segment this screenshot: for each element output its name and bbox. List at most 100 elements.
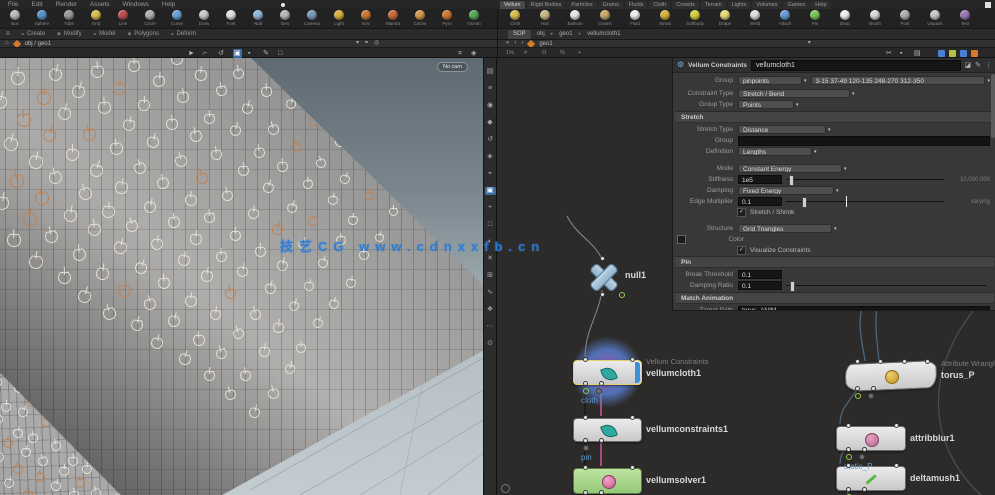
nav-next-icon[interactable]: › — [521, 40, 523, 47]
node-connector-dot[interactable] — [862, 447, 867, 452]
node-connector-dot[interactable] — [599, 381, 604, 386]
node-connector-dot[interactable] — [583, 415, 588, 420]
param-number-field[interactable]: 1e5 — [738, 175, 782, 184]
node-flag-gray[interactable] — [583, 445, 589, 451]
shelf-tab-lights[interactable]: Lights — [728, 1, 751, 9]
gear-menu-icon[interactable]: ◪ — [965, 61, 972, 69]
param-combo[interactable]: Grid Triangles — [738, 224, 832, 233]
shelf-tool-tube[interactable]: Tube — [60, 10, 78, 26]
shelf-tool-drape[interactable]: Drape — [716, 10, 734, 26]
view-tool-icon-14[interactable]: ❖ — [485, 306, 496, 314]
param-combo[interactable]: Constant Energy — [738, 164, 842, 173]
node-connector-dot[interactable] — [855, 359, 860, 364]
node-connector-dot[interactable] — [862, 487, 867, 492]
param-combo[interactable]: pinpoints — [738, 76, 802, 85]
shelf-tool-font[interactable]: Font — [222, 10, 240, 26]
edit-icon[interactable]: ✎ — [975, 61, 981, 69]
node-flag-green[interactable] — [583, 388, 589, 394]
node-connector-dot[interactable] — [846, 423, 851, 428]
hamburger-icon[interactable]: ≡ — [6, 31, 10, 38]
menu-item-edit[interactable]: Edit — [31, 0, 42, 9]
node-connector-dot[interactable] — [599, 490, 604, 495]
lasso-tool-icon[interactable]: ⌐ — [203, 49, 207, 58]
more-icon[interactable]: ⋮ — [985, 61, 992, 69]
node-flag[interactable] — [619, 292, 625, 298]
shelf-tab-games[interactable]: Games — [783, 1, 809, 9]
handles-tool-icon[interactable]: ▣ — [233, 49, 242, 58]
node-null1[interactable] — [585, 262, 621, 290]
node-connector-dot[interactable] — [583, 465, 588, 470]
scene-viewport[interactable]: No cam — [0, 58, 483, 495]
shelf-tool-ocean[interactable]: Ocean — [465, 10, 483, 26]
view-tool-icon-12[interactable]: ⊞ — [485, 272, 496, 280]
node-connector-dot[interactable] — [599, 438, 604, 443]
node-connector-dot[interactable] — [583, 490, 588, 495]
view-tool-icon-7[interactable]: ▣ — [485, 187, 496, 195]
menu-item-file[interactable]: File — [8, 0, 18, 9]
node-connector-dot[interactable] — [894, 463, 899, 468]
net-display-option[interactable]: 1% — [506, 50, 514, 56]
home-icon[interactable]: ⌂ — [5, 40, 9, 47]
node-name-field[interactable]: vellumcloth1 — [751, 60, 960, 71]
shelf-tool-geo[interactable]: Geo — [276, 10, 294, 26]
shelf-tool-circle[interactable]: Circle — [141, 10, 159, 26]
param-slider[interactable] — [786, 285, 986, 286]
param-text-field[interactable] — [738, 136, 990, 146]
view-tool-icon-0[interactable]: ▤ — [485, 68, 496, 76]
shelf-tool-camera[interactable]: Camera — [303, 10, 321, 26]
param-number-field[interactable]: 0.1 — [738, 281, 782, 290]
quickmark-1[interactable] — [938, 50, 945, 57]
shelf-tool-grains[interactable]: Grains — [596, 10, 614, 26]
pin-toggle-icon[interactable]: ◎ — [374, 40, 379, 47]
param-combo[interactable]: Stretch / Bend — [738, 89, 850, 98]
node-connector-dot[interactable] — [600, 256, 605, 261]
undo-icon[interactable]: ↺ — [218, 49, 224, 58]
shelf-tool-grid[interactable]: Grid — [87, 10, 105, 26]
param-slider[interactable] — [786, 201, 944, 202]
view-tool-icon-3[interactable]: ◆ — [485, 119, 496, 127]
node-connector-dot[interactable] — [583, 438, 588, 443]
param-slider[interactable] — [786, 179, 944, 180]
shelf-tool-pin[interactable]: Pin — [806, 10, 824, 26]
edit-tool-icon[interactable]: ✎ — [263, 49, 269, 58]
quickmark-4[interactable] — [971, 50, 978, 57]
shelf-tool-brush[interactable]: Brush — [866, 10, 884, 26]
display-flag-bar[interactable] — [635, 362, 640, 383]
breadcrumb-item[interactable]: vellumcloth1 — [587, 31, 620, 37]
shelf-tool-drop[interactable]: Drop — [836, 10, 854, 26]
param-combo-wide[interactable]: 3-15 37-49 120-135 248-270 312-350 — [811, 76, 986, 85]
param-combo[interactable]: Lengths — [738, 147, 812, 156]
node-shape-icon[interactable]: ▪ — [900, 49, 902, 58]
param-checkbox[interactable]: ✓ — [737, 208, 746, 217]
shelf-tool-weld[interactable]: Weld — [746, 10, 764, 26]
nav-prev-icon[interactable]: ‹ — [514, 40, 516, 47]
color-swatch[interactable] — [677, 235, 686, 244]
net-display-option[interactable]: % — [560, 50, 565, 56]
nav-back-icon[interactable]: « — [506, 40, 509, 47]
breadcrumb-item[interactable]: obj — [537, 31, 545, 37]
shelf-tool-post[interactable]: Post — [896, 10, 914, 26]
quickmark-2[interactable] — [949, 50, 956, 57]
shelf-tool-mantra[interactable]: Mantra — [384, 10, 402, 26]
node-connector-dot[interactable] — [583, 357, 588, 362]
layout-icon[interactable]: ▤ — [914, 49, 921, 58]
shelf-tool-unpack[interactable]: Unpack — [926, 10, 944, 26]
node-flag-gray[interactable] — [596, 388, 602, 394]
shelf-tab-vellum[interactable]: Vellum — [500, 1, 525, 9]
node-connector-dot[interactable] — [925, 359, 930, 364]
shelf-tool-line[interactable]: Line — [114, 10, 132, 26]
node-connector-dot[interactable] — [630, 465, 635, 470]
shelf-tool-box[interactable]: Box — [6, 10, 24, 26]
select-tool-icon[interactable]: ► — [188, 49, 195, 58]
param-combo[interactable]: Fixed Energy — [738, 186, 834, 195]
pane-tab-create[interactable]: ▴Create — [22, 31, 46, 37]
brush-tool-icon[interactable]: ▪ — [248, 49, 250, 58]
shelf-tool-balloon[interactable]: Balloon — [566, 10, 584, 26]
param-number-field[interactable]: 0.1 — [738, 197, 782, 206]
menu-item-assets[interactable]: Assets — [90, 0, 110, 9]
quickmark-3[interactable] — [960, 50, 967, 57]
view-tool-icon-4[interactable]: ↺ — [485, 136, 496, 144]
slider-handle[interactable] — [790, 281, 795, 292]
slider-handle[interactable] — [789, 175, 794, 186]
net-display-option[interactable]: O — [542, 50, 546, 56]
